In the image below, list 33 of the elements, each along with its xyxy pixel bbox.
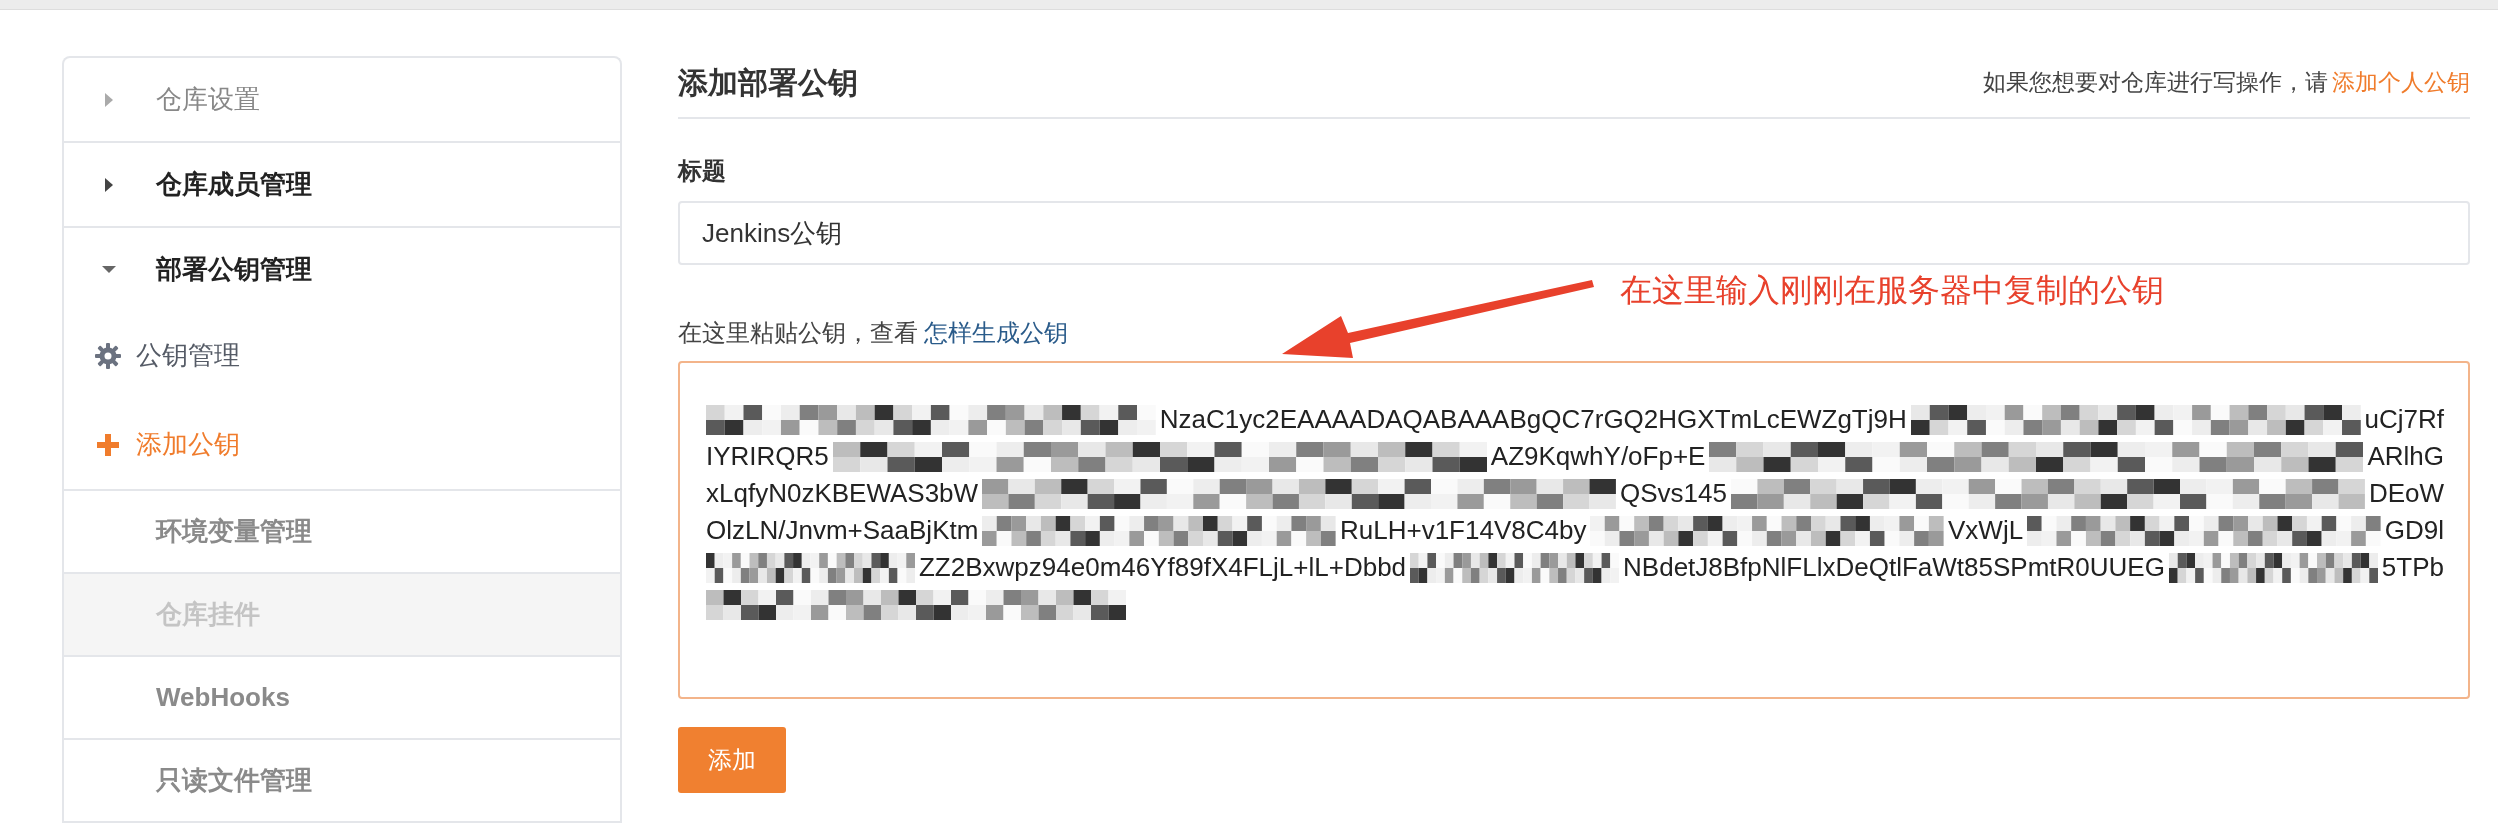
key-text: ARlhG [2367, 440, 2444, 473]
sidebar-item[interactable]: 只读文件管理 [64, 740, 620, 823]
submenu-item[interactable]: 公钥管理 [64, 311, 620, 400]
sidebar-item[interactable]: 仓库成员管理 [64, 143, 620, 226]
sidebar-item[interactable]: 仓库设置 [64, 58, 620, 141]
key-text: VxWjL [1948, 514, 2024, 547]
key-text: ZZ2Bxwpz94e0m46Yf89fX4FLjL+lL+Dbbd [919, 551, 1407, 584]
hint-text: 如果您想要对仓库进行写操作，请 [1983, 68, 2328, 98]
key-text: IYRIRQR5 [706, 440, 829, 473]
sidebar-item[interactable]: 部署公钥管理 [64, 228, 620, 311]
page-title: 添加部署公钥 [678, 65, 858, 101]
key-text: 5TPb [2381, 551, 2444, 584]
key-text: QSvs145 [1620, 477, 1727, 510]
submenu-item[interactable]: 添加公钥 [64, 400, 620, 489]
key-text: GD9l [2384, 514, 2444, 547]
gear-icon [94, 341, 122, 370]
key-text: xLqfyN0zKBEWAS3bW [706, 477, 979, 510]
key-text: DEoW [2368, 477, 2444, 510]
annotation-text: 在这里输入刚刚在服务器中复制的公钥 [1620, 271, 2164, 310]
add-personal-key-link[interactable]: 添加个人公钥 [2332, 65, 2470, 100]
key-text: NzaC1yc2EAAAADAQABAAABgQC7rGQ2HGXTmLcEWZgTj9H [1159, 403, 1907, 436]
key-textarea[interactable] [678, 361, 2470, 699]
help-text: 在这里粘贴公钥，查看 [678, 318, 918, 348]
sidebar-item[interactable]: WebHooks [64, 657, 620, 740]
key-text: RuLH+v1F14V8C4by [1340, 514, 1587, 547]
title-input[interactable]: Jenkins公钥 [678, 201, 2470, 265]
field-label: 标题 [678, 156, 727, 186]
key-text: NBdetJ8BfpNlFLlxDeQtlFaWt85SPmtR0UUEG [1623, 551, 2165, 584]
generate-key-link[interactable]: 怎样生成公钥 [924, 315, 1068, 351]
key-text: uCj7Rf [2364, 403, 2444, 436]
submit-button[interactable]: 添加 [678, 727, 786, 793]
key-text: AZ9KqwhY/oFp+E [1490, 440, 1706, 473]
key-text: OlzLN/Jnvm+SaaBjKtm [706, 514, 979, 547]
